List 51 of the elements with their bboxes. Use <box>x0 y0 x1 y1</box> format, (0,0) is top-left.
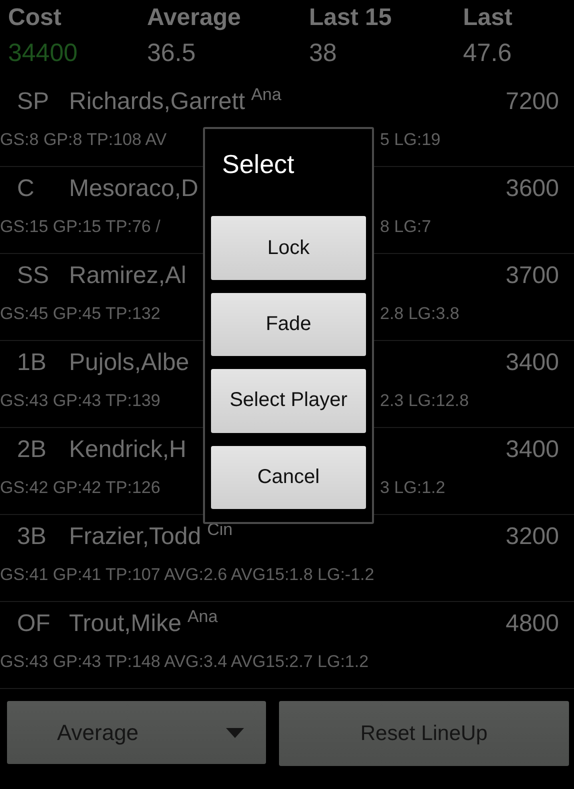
summary-value: 47.6 <box>463 38 512 69</box>
dialog-option-button[interactable]: Lock <box>211 216 366 280</box>
player-name[interactable]: Ramirez,Al <box>69 262 186 290</box>
reset-lineup-button[interactable]: Reset LineUp <box>279 701 569 766</box>
position-label: SP <box>17 88 50 116</box>
player-cost: 3400 <box>506 349 559 377</box>
summary-value: 34400 <box>8 38 78 69</box>
dialog-option-button[interactable]: Fade <box>211 292 366 356</box>
player-stats: 2.3 LG:12.8 <box>380 391 469 411</box>
dialog-title: Select <box>222 149 294 181</box>
dialog-option-button[interactable]: Select Player <box>211 369 366 433</box>
column-header: Last <box>463 3 512 33</box>
player-cost: 4800 <box>506 610 559 638</box>
player-name[interactable]: Richards,Garrett <box>69 88 246 116</box>
team-label: Ana <box>187 607 218 627</box>
player-name[interactable]: Mesoraco,D <box>69 175 198 203</box>
position-label: 2B <box>17 436 48 464</box>
player-stats: GS:43 GP:43 TP:139 <box>0 391 160 411</box>
player-cost: 3600 <box>506 175 559 203</box>
dropdown-caret-icon <box>226 728 244 738</box>
column-header: Average <box>147 3 241 33</box>
player-stats: GS:41 GP:41 TP:107 AVG:2.6 AVG15:1.8 LG:-1.2 <box>0 565 374 585</box>
player-cost: 3700 <box>506 262 559 290</box>
player-name[interactable]: Pujols,Albe <box>69 349 190 377</box>
dialog-option-button[interactable]: Cancel <box>211 446 366 509</box>
player-name[interactable]: Frazier,Todd <box>69 523 202 551</box>
player-name[interactable]: Kendrick,H <box>69 436 186 464</box>
summary-value: 38 <box>309 38 337 69</box>
sort-dropdown[interactable]: Average <box>7 701 266 764</box>
position-label: C <box>17 175 36 203</box>
player-stats: GS:42 GP:42 TP:126 <box>0 478 160 498</box>
player-stats: 3 LG:1.2 <box>380 478 446 498</box>
player-name[interactable]: Trout,Mike <box>69 610 182 638</box>
position-label: 1B <box>17 349 48 377</box>
position-label: 3B <box>17 523 48 551</box>
player-stats: GS:43 GP:43 TP:148 AVG:3.4 AVG15:2.7 LG:1.2 <box>0 652 369 672</box>
player-stats: 8 LG:7 <box>380 217 432 237</box>
column-header: Last 15 <box>309 3 392 33</box>
column-header: Cost <box>8 3 62 33</box>
summary-value: 36.5 <box>147 38 196 69</box>
player-stats: GS:8 GP:8 TP:108 AV <box>0 130 167 150</box>
player-cost: 7200 <box>506 88 559 116</box>
player-cost: 3200 <box>506 523 559 551</box>
team-label: Ana <box>251 85 282 105</box>
player-stats: GS:45 GP:45 TP:132 <box>0 304 160 324</box>
player-stats: 2.8 LG:3.8 <box>380 304 460 324</box>
player-stats: GS:15 GP:15 TP:76 / <box>0 217 160 237</box>
player-stats: 5 LG:19 <box>380 130 440 150</box>
position-label: SS <box>17 262 50 290</box>
player-cost: 3400 <box>506 436 559 464</box>
position-label: OF <box>17 610 52 638</box>
